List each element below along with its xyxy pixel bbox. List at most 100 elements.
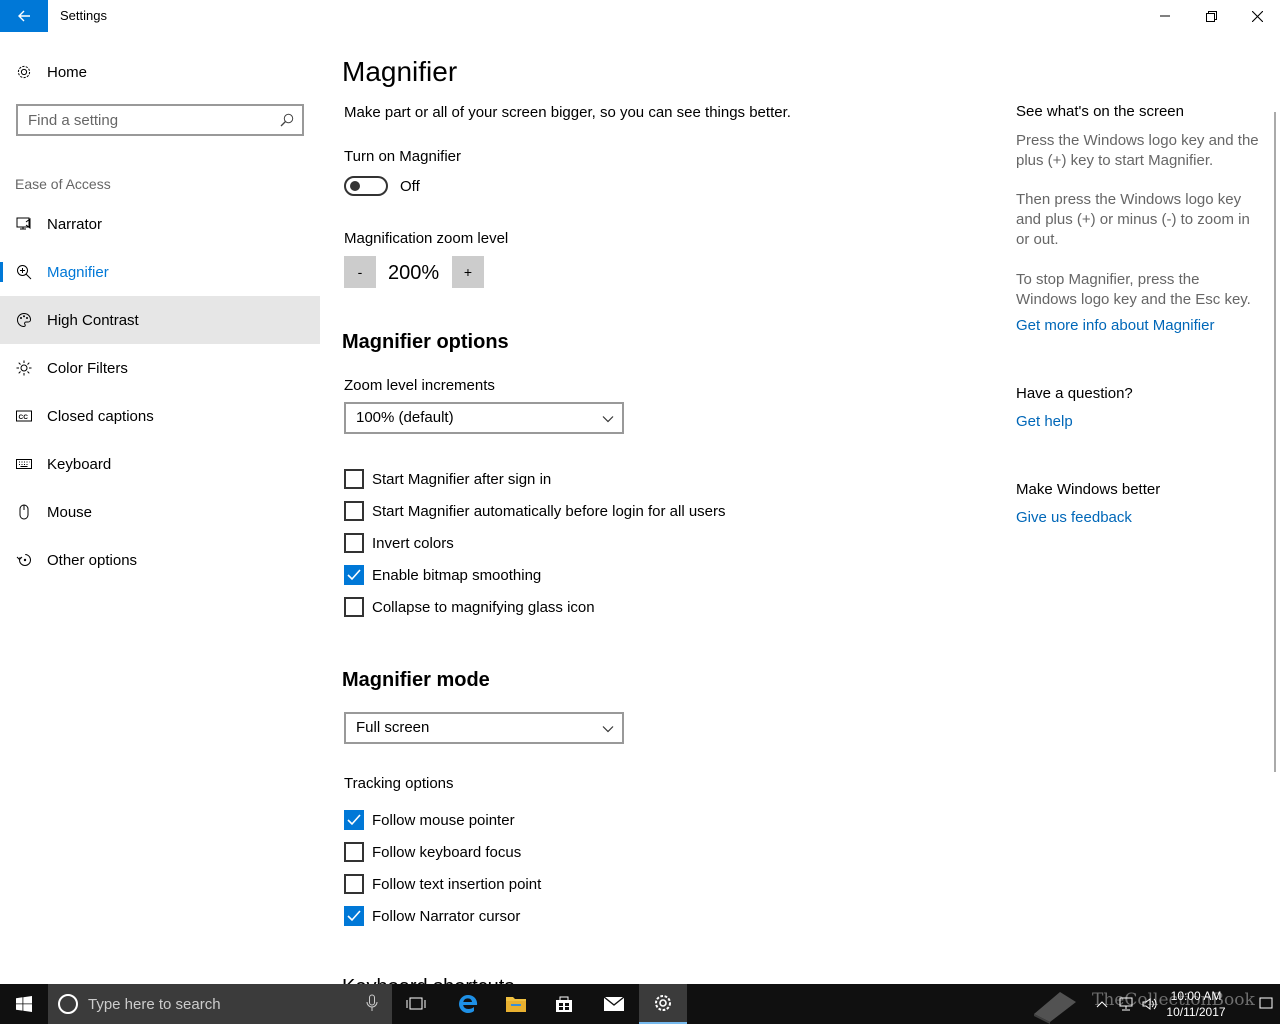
checkbox-box[interactable] — [344, 501, 364, 521]
checkbox-label: Enable bitmap smoothing — [372, 566, 542, 584]
notification-icon — [1259, 997, 1273, 1009]
restore-button[interactable] — [1188, 0, 1234, 32]
zoom-level-label: Magnification zoom level — [344, 230, 509, 247]
magnifier-mode-dropdown[interactable]: Full screen — [344, 712, 624, 744]
search-field[interactable] — [16, 104, 304, 136]
zoom-in-button[interactable]: + — [452, 256, 484, 288]
sidebar-item-high-contrast[interactable]: High Contrast — [0, 296, 320, 344]
taskbar-search[interactable]: Type here to search — [48, 984, 392, 1024]
more-info-link[interactable]: Get more info about Magnifier — [1016, 317, 1214, 334]
checkbox-box[interactable] — [344, 533, 364, 553]
sidebar-item-home[interactable]: Home — [0, 48, 320, 96]
sidebar-item-label: Home — [47, 63, 88, 81]
checkbox-follow-keyboard[interactable]: Follow keyboard focus — [344, 842, 521, 862]
edge-browser-button[interactable] — [444, 984, 492, 1024]
checkbox-collapse-to-icon[interactable]: Collapse to magnifying glass icon — [344, 597, 595, 617]
mail-icon — [603, 996, 625, 1011]
chevron-down-icon — [602, 722, 614, 740]
network-button[interactable] — [1116, 984, 1136, 1024]
sidebar-item-label: Mouse — [47, 503, 93, 521]
book-icon — [1034, 992, 1076, 1024]
store-icon — [556, 996, 572, 1012]
sidebar-item-label: Magnifier — [47, 263, 109, 281]
section-label: Ease of Access — [15, 176, 111, 192]
microphone-icon[interactable] — [366, 994, 378, 1017]
checkbox-start-before-login[interactable]: Start Magnifier automatically before log… — [344, 501, 726, 521]
taskbar-search-placeholder: Type here to search — [88, 996, 221, 1013]
sidebar-item-keyboard[interactable]: Keyboard — [0, 440, 320, 488]
gear-icon — [15, 63, 33, 81]
main-content: Magnifier Make part or all of your scree… — [320, 32, 1280, 984]
help-paragraph-3: To stop Magnifier, press the Windows log… — [1016, 271, 1251, 308]
sidebar-item-color-filters[interactable]: Color Filters — [0, 344, 320, 392]
svg-text:CC: CC — [19, 414, 29, 421]
file-explorer-button[interactable] — [492, 984, 540, 1024]
keyboard-icon — [15, 455, 33, 473]
turn-on-label: Turn on Magnifier — [344, 148, 461, 165]
store-button[interactable] — [540, 984, 588, 1024]
search-input[interactable] — [28, 111, 268, 129]
system-clock[interactable]: 10:00 AM 10/11/2017 — [1158, 988, 1234, 1020]
page-title: Magnifier — [342, 56, 458, 87]
start-button[interactable] — [0, 984, 48, 1024]
window-title: Settings — [60, 8, 107, 23]
close-button[interactable] — [1234, 0, 1280, 32]
sidebar: Home Ease of Access Narrator Magnifier H… — [0, 32, 320, 984]
sidebar-item-label: Narrator — [47, 215, 103, 233]
chevron-up-icon — [1096, 1001, 1108, 1008]
checkbox-box[interactable] — [344, 810, 364, 830]
help-paragraph-2: Then press the Windows logo key and plus… — [1016, 191, 1250, 248]
clock-time: 10:00 AM — [1170, 989, 1222, 1003]
checkbox-follow-narrator[interactable]: Follow Narrator cursor — [344, 906, 520, 926]
task-view-icon — [406, 997, 426, 1010]
question-heading: Have a question? — [1016, 385, 1133, 402]
magnifier-icon — [15, 263, 33, 281]
sidebar-item-mouse[interactable]: Mouse — [0, 488, 320, 536]
checkbox-box[interactable] — [344, 874, 364, 894]
show-hidden-icons-button[interactable] — [1092, 984, 1112, 1024]
sidebar-item-label: Keyboard — [47, 455, 112, 473]
minimize-button[interactable] — [1142, 0, 1188, 32]
checkbox-label: Follow mouse pointer — [372, 811, 515, 829]
sidebar-item-other-options[interactable]: Other options — [0, 536, 320, 584]
checkbox-bitmap-smoothing[interactable]: Enable bitmap smoothing — [344, 565, 541, 585]
toggle-state-label: Off — [400, 178, 420, 195]
zoom-out-button[interactable]: - — [344, 256, 376, 288]
partial-heading-text: Keyboard shortcuts — [342, 976, 542, 984]
back-arrow-icon — [18, 10, 30, 22]
zoom-increments-dropdown[interactable]: 100% (default) — [344, 402, 624, 434]
restore-icon — [1205, 10, 1217, 22]
mail-button[interactable] — [590, 984, 638, 1024]
checkbox-follow-text-insertion[interactable]: Follow text insertion point — [344, 874, 541, 894]
folder-icon — [506, 997, 526, 1012]
sidebar-item-magnifier[interactable]: Magnifier — [0, 248, 320, 296]
partial-heading: Keyboard shortcuts — [342, 974, 542, 984]
checkbox-start-after-sign-in[interactable]: Start Magnifier after sign in — [344, 469, 551, 489]
dropdown-value: 100% (default) — [356, 409, 454, 426]
checkbox-follow-mouse[interactable]: Follow mouse pointer — [344, 810, 515, 830]
title-bar: Settings — [0, 0, 1280, 32]
task-view-button[interactable] — [392, 984, 440, 1024]
network-icon — [1119, 997, 1133, 1011]
sidebar-item-closed-captions[interactable]: CC Closed captions — [0, 392, 320, 440]
close-icon — [1251, 10, 1263, 22]
get-help-link[interactable]: Get help — [1016, 413, 1073, 430]
action-center-button[interactable] — [1252, 984, 1280, 1024]
checkbox-invert-colors[interactable]: Invert colors — [344, 533, 454, 553]
back-button[interactable] — [0, 0, 48, 32]
scrollbar[interactable] — [1274, 112, 1276, 772]
magnifier-toggle[interactable] — [344, 176, 388, 196]
checkbox-box[interactable] — [344, 842, 364, 862]
sidebar-item-narrator[interactable]: Narrator — [0, 200, 320, 248]
feedback-link[interactable]: Give us feedback — [1016, 509, 1132, 526]
checkmark-icon — [347, 814, 361, 826]
checkbox-box[interactable] — [344, 565, 364, 585]
volume-button[interactable] — [1140, 984, 1160, 1024]
checkbox-box[interactable] — [344, 469, 364, 489]
checkbox-box[interactable] — [344, 906, 364, 926]
sidebar-item-label: Color Filters — [47, 359, 128, 377]
checkbox-box[interactable] — [344, 597, 364, 617]
dropdown-value: Full screen — [356, 719, 430, 736]
mouse-icon — [15, 503, 33, 521]
settings-taskbar-button[interactable] — [639, 984, 687, 1024]
